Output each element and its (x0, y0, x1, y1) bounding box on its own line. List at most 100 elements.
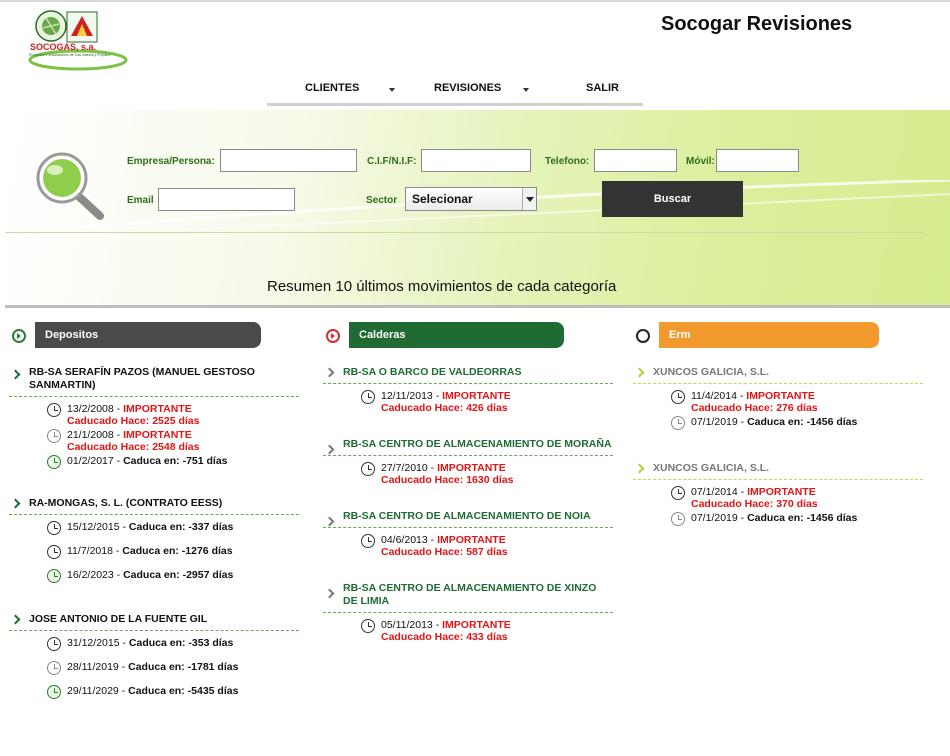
entry-note: Caduca en: -1456 días (747, 512, 858, 524)
list-item[interactable]: 21/1/2008 - IMPORTANTE Caducado Hace: 25… (9, 429, 299, 453)
nav-salir[interactable]: SALIR (586, 82, 619, 94)
chevron-right-icon (324, 516, 335, 527)
clock-icon (47, 521, 61, 535)
list-item[interactable]: 07/1/2019 - Caduca en: -1456 días (633, 416, 923, 438)
cif-input[interactable] (421, 149, 531, 172)
entry-note: Caduca en: -1456 días (747, 416, 858, 428)
tab-depositos[interactable]: Depositos (35, 322, 261, 348)
sector-select[interactable]: Selecionar (405, 187, 537, 211)
nav-clientes[interactable]: CLIENTES (305, 82, 359, 94)
column-calderas: Calderas RB-SA O BARCO DE VALDEORRAS 12/… (323, 322, 613, 645)
chevron-right-icon (324, 367, 335, 378)
logo-tagline: Proyectos e Instalaciones de Gas Natural… (29, 53, 111, 57)
entry-note: Caducado Hace: 587 días (381, 546, 508, 558)
entry-date: 31/12/2015 (67, 637, 120, 649)
list-item[interactable]: 04/6/2013 - IMPORTANTE Caducado Hace: 58… (323, 534, 613, 558)
chevron-down-icon[interactable] (523, 88, 529, 92)
email-input[interactable] (158, 188, 295, 211)
clock-icon (47, 685, 61, 699)
telefono-input[interactable] (594, 149, 677, 172)
empresa-input[interactable] (220, 149, 357, 172)
list-item[interactable]: 07/1/2014 - IMPORTANTE Caducado Hace: 37… (633, 486, 923, 510)
client-name-link[interactable]: RB-SA CENTRO DE ALMACENAMIENTO DE MORAÑA (323, 438, 613, 455)
client-name-link[interactable]: RA-MONGAS, S. L. (CONTRATO EESS) (9, 497, 299, 510)
entry-status: IMPORTANTE (437, 534, 506, 546)
app-title: Socogar Revisiones (661, 13, 853, 35)
list-item[interactable]: 31/12/2015 - Caduca en: -353 días (9, 637, 299, 659)
list-item[interactable]: 12/11/2013 - IMPORTANTE Caducado Hace: 4… (323, 390, 613, 414)
clock-icon (671, 390, 685, 404)
client-name-link[interactable]: XUNCOS GALICIA, S.L. (633, 462, 923, 475)
list-item[interactable]: 11/4/2014 - IMPORTANTE Caducado Hace: 27… (633, 390, 923, 414)
list-item[interactable]: 07/1/2019 - Caduca en: -1456 días (633, 512, 923, 534)
entry-note: Caducado Hace: 1630 días (381, 474, 514, 486)
entry-date: 28/11/2019 (67, 661, 119, 673)
chevron-right-icon (10, 614, 21, 625)
movil-label: Móvil: (686, 156, 715, 167)
client-name-link[interactable]: RB-SA O BARCO DE VALDEORRAS (323, 366, 613, 379)
socogas-logo[interactable] (27, 6, 129, 72)
client-name-link[interactable]: RB-SA SERAFÍN PAZOS (MANUEL GESTOSO SANM… (9, 366, 299, 392)
column-erm: Erm XUNCOS GALICIA, S.L. 11/4/2014 - IMP… (633, 322, 923, 536)
clock-icon (47, 569, 61, 583)
buscar-button[interactable]: Buscar (602, 181, 743, 217)
telefono-label: Telefono: (545, 156, 590, 167)
entry-note: Caducado Hace: 2525 días (67, 415, 200, 427)
client-name-link[interactable]: RB-SA CENTRO DE ALMACENAMIENTO DE XINZO … (323, 582, 613, 608)
entry-date: 29/11/2029 (67, 685, 119, 697)
list-item[interactable]: 13/2/2008 - IMPORTANTE Caducado Hace: 25… (9, 403, 299, 427)
dashed-divider (323, 383, 613, 384)
client-name-link[interactable]: RB-SA CENTRO DE ALMACENAMIENTO DE NOIA (323, 510, 613, 527)
list-item[interactable]: 16/2/2023 - Caduca en: -2957 días (9, 569, 299, 591)
client-name: RB-SA CENTRO DE ALMACENAMIENTO DE XINZO … (343, 582, 597, 607)
column-header: Calderas (323, 322, 613, 348)
client-name-link[interactable]: XUNCOS GALICIA, S.L. (633, 366, 923, 379)
client-name: RB-SA CENTRO DE ALMACENAMIENTO DE MORAÑA (343, 438, 612, 450)
client-group: RB-SA CENTRO DE ALMACENAMIENTO DE NOIA 0… (323, 510, 613, 558)
entry-note: Caduca en: -751 días (123, 455, 228, 467)
column-depositos: Depositos RB-SA SERAFÍN PAZOS (MANUEL GE… (9, 322, 299, 709)
entry-note: Caduca en: -1781 días (128, 661, 239, 673)
client-name: JOSE ANTONIO DE LA FUENTE GIL (29, 613, 208, 625)
client-name: XUNCOS GALICIA, S.L. (653, 462, 770, 474)
logo-company-name: SOCOGAS, s.a. (30, 42, 97, 52)
chevron-right-icon (324, 444, 335, 455)
client-name: XUNCOS GALICIA, S.L. (653, 366, 770, 378)
movil-input[interactable] (716, 149, 799, 172)
client-name-link[interactable]: JOSE ANTONIO DE LA FUENTE GIL (9, 613, 299, 626)
chevron-right-icon (10, 498, 21, 509)
column-header: Erm (633, 322, 923, 348)
entry-date: 13/2/2008 (67, 403, 114, 415)
tab-erm[interactable]: Erm (659, 322, 879, 348)
email-label: Email (127, 195, 154, 206)
entry-note: Caduca en: -337 días (128, 521, 234, 533)
client-group: JOSE ANTONIO DE LA FUENTE GIL 31/12/2015… (9, 613, 299, 707)
list-item[interactable]: 29/11/2029 - Caduca en: -5435 días (9, 685, 299, 707)
entry-date: 16/2/2023 (67, 569, 114, 581)
entry-date: 11/7/2018 (67, 545, 113, 557)
cif-label: C.I.F/N.I.F: (367, 156, 417, 167)
clock-icon (47, 545, 61, 559)
list-item[interactable]: 27/7/2010 - IMPORTANTE Caducado Hace: 16… (323, 462, 613, 486)
list-item[interactable]: 05/11/2013 - IMPORTANTE Caducado Hace: 4… (323, 619, 613, 643)
entry-status: IMPORTANTE (442, 390, 511, 402)
list-item[interactable]: 11/7/2018 - Caduca en: -1276 días (9, 545, 299, 567)
clock-icon (47, 637, 61, 651)
chevron-right-icon (634, 367, 645, 378)
entry-status: IMPORTANTE (123, 403, 192, 415)
top-border (0, 0, 950, 2)
column-header: Depositos (9, 322, 299, 348)
summary-title: Resumen 10 últimos movimientos de cada c… (267, 278, 617, 295)
nav-revisiones[interactable]: REVISIONES (434, 82, 501, 94)
entry-status: IMPORTANTE (747, 486, 816, 498)
entry-date: 04/6/2013 (381, 534, 428, 546)
list-item[interactable]: 15/12/2015 - Caduca en: -337 días (9, 521, 299, 543)
clock-icon (47, 455, 61, 469)
client-name: RB-SA SERAFÍN PAZOS (MANUEL GESTOSO SANM… (29, 366, 255, 391)
list-item[interactable]: 28/11/2019 - Caduca en: -1781 días (9, 661, 299, 683)
entry-date: 07/1/2014 (691, 486, 738, 498)
tab-calderas[interactable]: Calderas (349, 322, 564, 348)
chevron-down-icon[interactable] (389, 88, 395, 92)
arrow-right-circle-icon (12, 329, 26, 343)
list-item[interactable]: 01/2/2017 - Caduca en: -751 días (9, 455, 299, 477)
